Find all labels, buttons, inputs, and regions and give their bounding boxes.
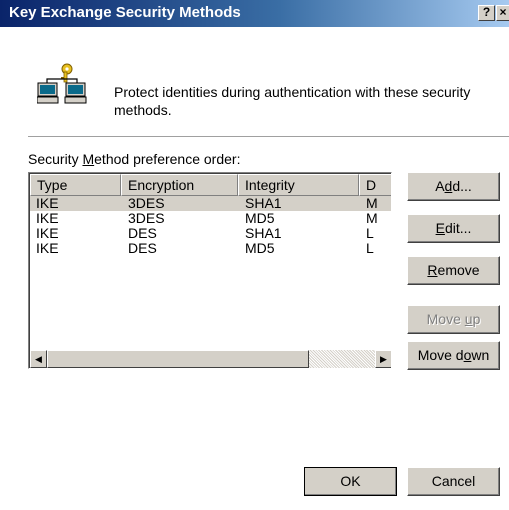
- cell-integrity: SHA1: [245, 196, 282, 211]
- security-methods-list[interactable]: Type Encryption Integrity D IKE 3DES SHA…: [28, 172, 392, 369]
- horizontal-scrollbar[interactable]: ◀ ▶: [30, 350, 391, 368]
- window-title: Key Exchange Security Methods: [9, 4, 241, 21]
- cell-d: M: [366, 196, 378, 211]
- help-button[interactable]: ?: [478, 5, 495, 21]
- list-row[interactable]: IKE DES SHA1 L: [30, 226, 391, 241]
- list-label: Security Method preference order:: [28, 151, 241, 167]
- scrollbar-thumb[interactable]: [47, 350, 309, 368]
- cell-type: IKE: [36, 211, 59, 226]
- list-header: Type Encryption Integrity D: [30, 174, 391, 196]
- cell-d: M: [366, 211, 378, 226]
- cell-type: IKE: [36, 196, 59, 211]
- remove-button[interactable]: Remove: [407, 256, 500, 285]
- dialog-window: Key Exchange Security Methods ? × Protec…: [0, 0, 509, 510]
- add-button[interactable]: Add...: [407, 172, 500, 201]
- cell-d: L: [366, 226, 374, 241]
- title-bar[interactable]: Key Exchange Security Methods ? ×: [0, 0, 509, 27]
- move-down-button[interactable]: Move down: [407, 341, 500, 370]
- move-up-button[interactable]: Move up: [407, 305, 500, 334]
- list-rows: IKE 3DES SHA1 M IKE 3DES MD5 M IKE DES S…: [30, 196, 391, 256]
- cell-type: IKE: [36, 241, 59, 256]
- cell-d: L: [366, 241, 374, 256]
- cell-encryption: DES: [128, 226, 157, 241]
- column-header-d[interactable]: D: [359, 174, 391, 196]
- cell-type: IKE: [36, 226, 59, 241]
- cell-integrity: SHA1: [245, 226, 282, 241]
- list-row[interactable]: IKE DES MD5 L: [30, 241, 391, 256]
- close-button[interactable]: ×: [496, 5, 509, 21]
- column-header-integrity[interactable]: Integrity: [238, 174, 359, 196]
- scroll-left-icon[interactable]: ◀: [30, 350, 47, 368]
- network-computers-key-icon: [37, 63, 87, 104]
- list-row[interactable]: IKE 3DES SHA1 M: [30, 196, 391, 211]
- column-header-encryption[interactable]: Encryption: [121, 174, 238, 196]
- description-text: Protect identities during authentication…: [114, 84, 471, 118]
- list-row[interactable]: IKE 3DES MD5 M: [30, 211, 391, 226]
- edit-button[interactable]: Edit...: [407, 214, 500, 243]
- scrollbar-track[interactable]: [309, 350, 375, 368]
- separator: [28, 136, 509, 138]
- column-header-type[interactable]: Type: [30, 174, 121, 196]
- cell-encryption: 3DES: [128, 196, 165, 211]
- cell-encryption: 3DES: [128, 211, 165, 226]
- cell-encryption: DES: [128, 241, 157, 256]
- scroll-right-icon[interactable]: ▶: [375, 350, 391, 368]
- ok-button[interactable]: OK: [304, 467, 397, 496]
- cell-integrity: MD5: [245, 241, 275, 256]
- cancel-button[interactable]: Cancel: [407, 467, 500, 496]
- cell-integrity: MD5: [245, 211, 275, 226]
